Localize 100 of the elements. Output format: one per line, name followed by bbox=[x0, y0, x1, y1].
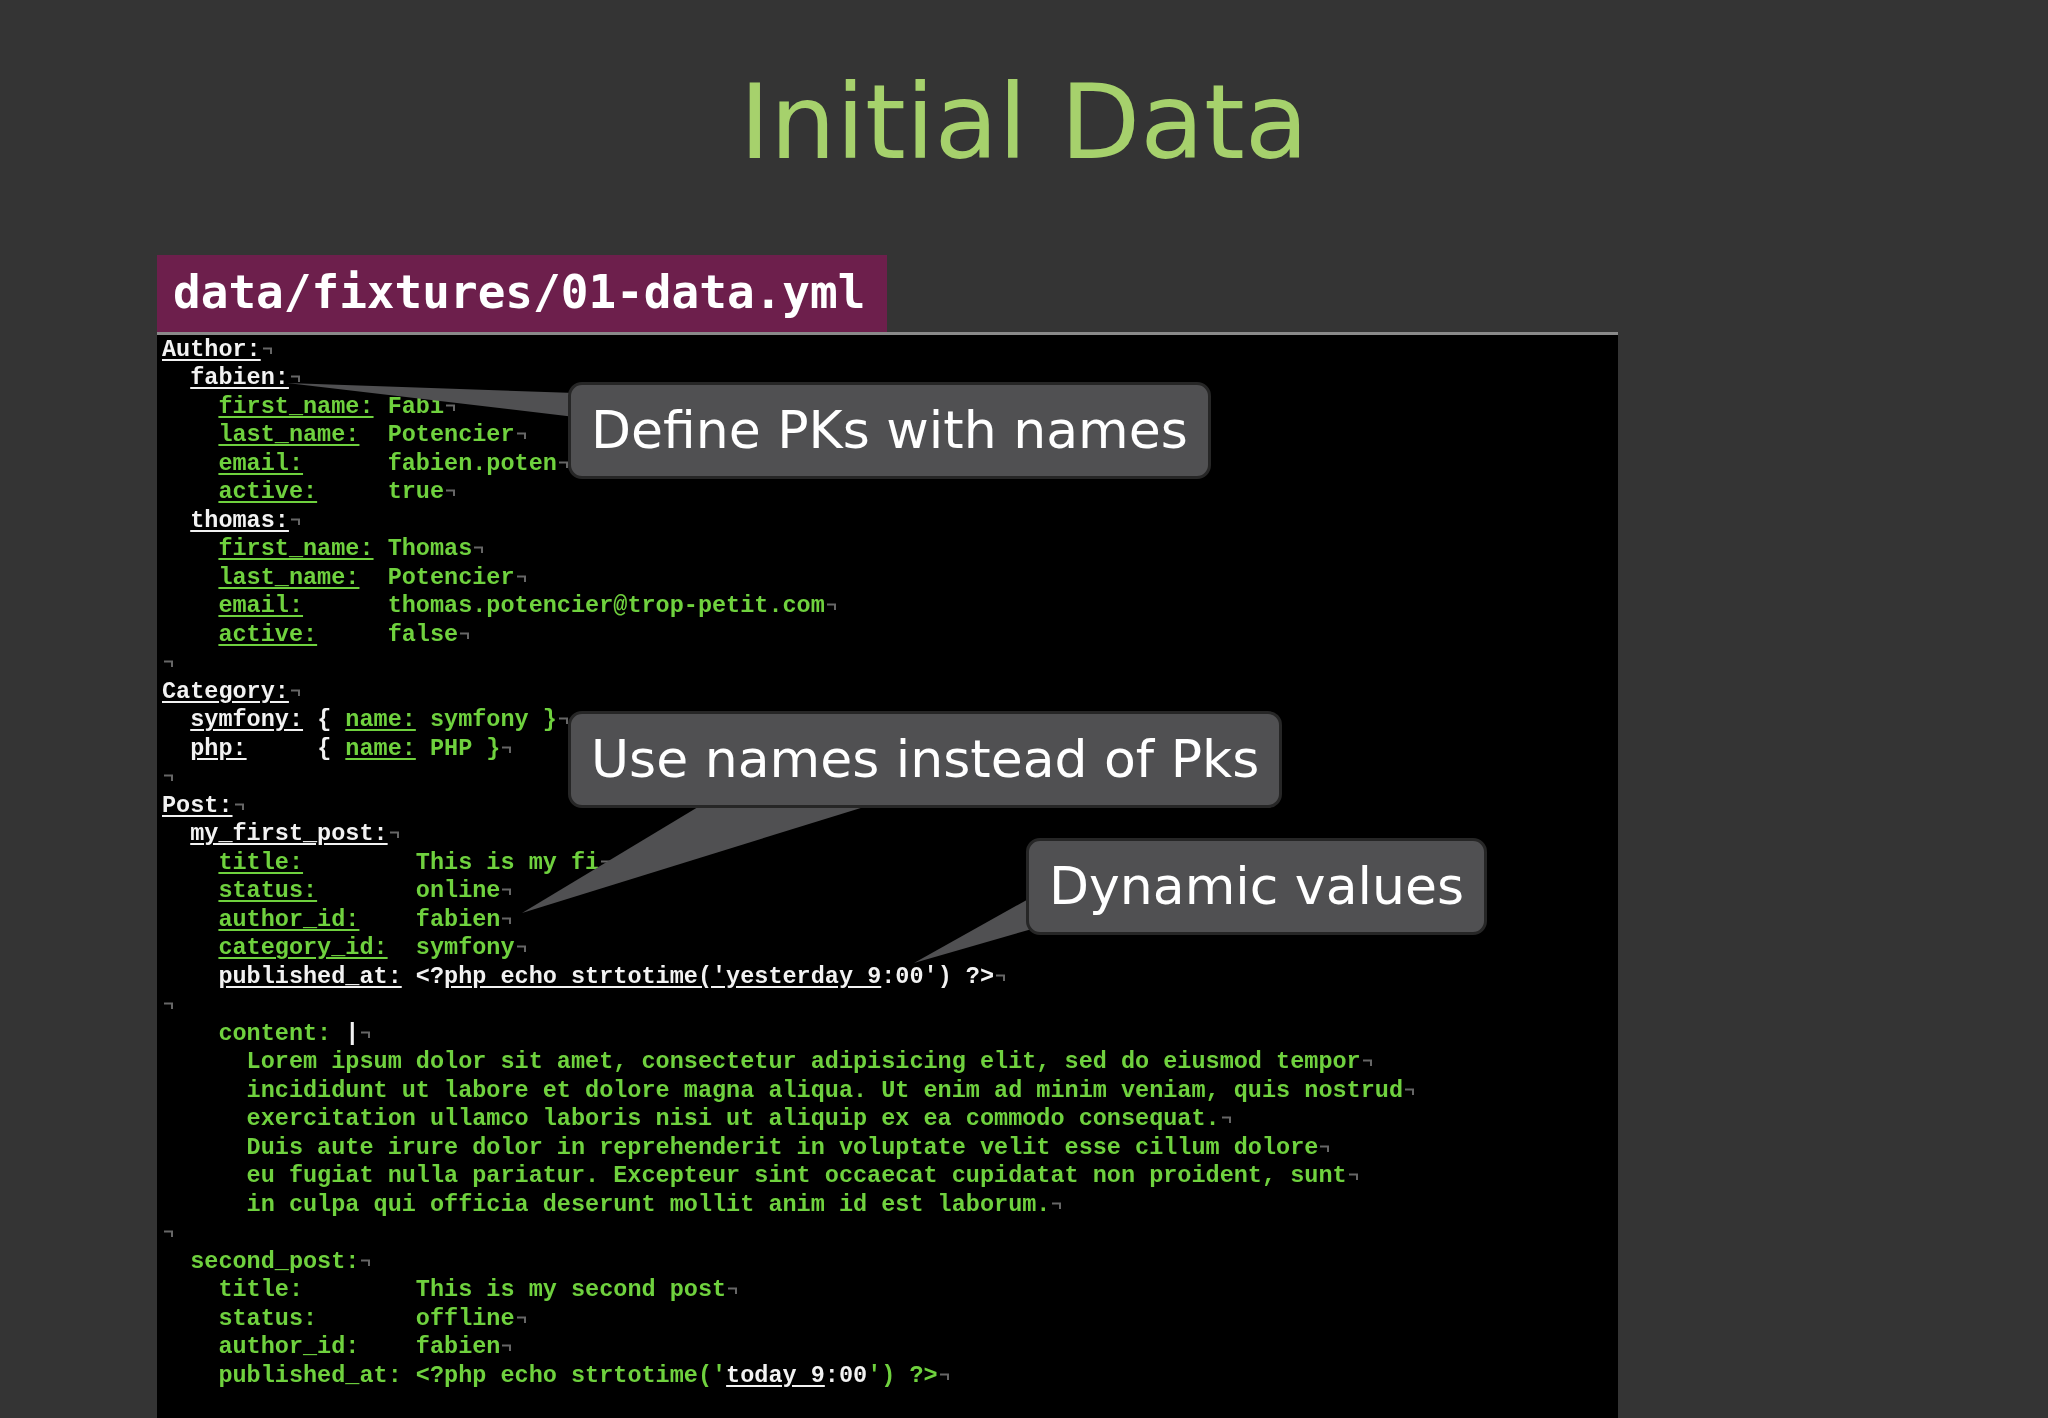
line-end-icon bbox=[558, 716, 568, 726]
line-end-icon bbox=[728, 1286, 738, 1296]
line-end-icon bbox=[361, 1029, 371, 1039]
code-text: eu fugiat nulla pariatur. Excepteur sint occaecat cupidatat non proident, sunt bbox=[246, 1162, 1347, 1191]
code-text: email: bbox=[218, 592, 304, 621]
line-end-icon bbox=[502, 744, 512, 754]
line-end-icon bbox=[389, 830, 399, 840]
line-end-icon bbox=[502, 887, 512, 897]
line-end-icon bbox=[826, 602, 836, 612]
line-end-icon bbox=[516, 573, 526, 583]
line-end-icon bbox=[502, 915, 512, 925]
file-name-label: data/fixtures/01-data.yml bbox=[157, 254, 888, 332]
code-text: author_id: bbox=[218, 905, 360, 935]
code-text: first_name: bbox=[218, 392, 374, 422]
line-end-icon bbox=[516, 431, 526, 441]
line-end-icon bbox=[1362, 1058, 1372, 1068]
code-text: last_name: bbox=[218, 421, 360, 450]
callout: Define PKs with names bbox=[568, 381, 1211, 480]
code-text: title: bbox=[218, 1276, 304, 1305]
code-text: active: bbox=[218, 620, 318, 650]
code-text: This is my fi bbox=[415, 848, 600, 878]
code-text: fabien.poten bbox=[387, 449, 557, 479]
code-text: Lorem ipsum dolor sit amet, consectetur adipisicing elit, sed do eiusmod tempor bbox=[246, 1048, 1361, 1077]
line-end-icon bbox=[446, 402, 456, 412]
line-end-icon bbox=[262, 345, 272, 355]
code-text: Thomas bbox=[387, 535, 473, 564]
code-text: thomas: bbox=[190, 506, 289, 536]
code-text: fabien bbox=[415, 905, 501, 935]
code-text: :00') ?> bbox=[881, 962, 995, 992]
code-text: { bbox=[317, 706, 332, 735]
code-text: Author: bbox=[162, 335, 261, 365]
line-end-icon bbox=[1348, 1172, 1358, 1182]
code-text: email: bbox=[218, 449, 304, 479]
code-text: category_id: bbox=[218, 934, 388, 963]
code-text: second_post: bbox=[190, 1247, 360, 1277]
line-end-icon bbox=[164, 773, 173, 783]
code-text: true bbox=[387, 478, 445, 507]
code-text: Post: bbox=[162, 791, 233, 821]
line-end-icon bbox=[474, 545, 484, 555]
code-text: status: bbox=[218, 1304, 318, 1334]
code-text: fabien: bbox=[190, 364, 289, 393]
code-text: fabien bbox=[415, 1333, 501, 1362]
code-text: active: bbox=[218, 478, 318, 507]
line-end-icon bbox=[939, 1371, 949, 1381]
code-text: Potencier bbox=[387, 563, 515, 593]
code-text: last_name: bbox=[218, 563, 360, 593]
line-end-icon bbox=[558, 459, 568, 469]
code-text: today 9 bbox=[726, 1361, 825, 1391]
code-text: :00 bbox=[824, 1361, 868, 1391]
code-text: <?php echo strtotime(' bbox=[415, 1361, 727, 1391]
slide-title: Initial Data bbox=[738, 60, 1310, 185]
code-text: symfony } bbox=[429, 706, 557, 735]
line-end-icon bbox=[516, 1314, 526, 1324]
callout: Use names instead of Pks bbox=[568, 710, 1283, 809]
code-text: title: bbox=[218, 848, 304, 878]
line-end-icon bbox=[1221, 1115, 1231, 1125]
code-text: my_first_post: bbox=[190, 820, 388, 849]
line-end-icon bbox=[996, 972, 1006, 982]
line-end-icon bbox=[516, 944, 526, 954]
code-text: This is my second post bbox=[415, 1276, 727, 1305]
line-end-icon bbox=[1052, 1200, 1062, 1210]
code-text: name: bbox=[345, 706, 416, 735]
code-text: thomas.potencier@trop-petit.com bbox=[387, 592, 825, 621]
code-text: false bbox=[387, 620, 459, 650]
code-text: incididunt ut labore et dolore magna aliqua. Ut enim ad minim veniam, quis nostrud bbox=[246, 1076, 1403, 1106]
code-text: php: bbox=[190, 734, 247, 764]
line-end-icon bbox=[164, 1229, 173, 1239]
code-text: Fabi bbox=[387, 392, 445, 422]
callout: Dynamic values bbox=[1026, 837, 1487, 936]
code-text: Potencier bbox=[387, 421, 515, 450]
code-text: symfony bbox=[415, 934, 515, 963]
code-text: Duis aute irure dolor in reprehenderit in voluptate velit esse cillum dolore bbox=[246, 1133, 1319, 1163]
line-end-icon bbox=[502, 1343, 512, 1353]
line-end-icon bbox=[1320, 1143, 1330, 1153]
code-text: name: bbox=[345, 734, 416, 764]
code-text: symfony: bbox=[190, 706, 304, 735]
code-text: published_at: bbox=[218, 1361, 402, 1391]
line-end-icon bbox=[446, 488, 456, 498]
line-end-icon bbox=[234, 801, 244, 811]
code-text: status: bbox=[218, 877, 318, 906]
line-end-icon bbox=[290, 374, 300, 384]
code-text: | bbox=[345, 1019, 360, 1049]
code-text: offline bbox=[415, 1304, 515, 1334]
line-end-icon bbox=[460, 630, 470, 640]
code-text: { bbox=[317, 734, 332, 764]
code-text: ') ?> bbox=[867, 1361, 938, 1391]
code-text: exercitation ullamco laboris nisi ut aliquip ex ea commodo consequat. bbox=[246, 1105, 1220, 1134]
code-text: Category: bbox=[162, 677, 289, 707]
code-text: author_id: bbox=[218, 1333, 360, 1362]
line-end-icon bbox=[290, 516, 300, 526]
line-end-icon bbox=[361, 1257, 371, 1267]
line-end-icon bbox=[164, 1001, 173, 1011]
code-text: PHP } bbox=[429, 734, 501, 764]
code-text: <? bbox=[415, 962, 445, 992]
code-text: online bbox=[415, 877, 501, 906]
code-text: published_at: bbox=[218, 962, 402, 992]
code-text: php echo strtotime('yesterday 9 bbox=[444, 962, 882, 992]
line-end-icon bbox=[1405, 1086, 1414, 1096]
code-text: content: bbox=[218, 1019, 332, 1049]
line-end-icon bbox=[290, 687, 300, 697]
